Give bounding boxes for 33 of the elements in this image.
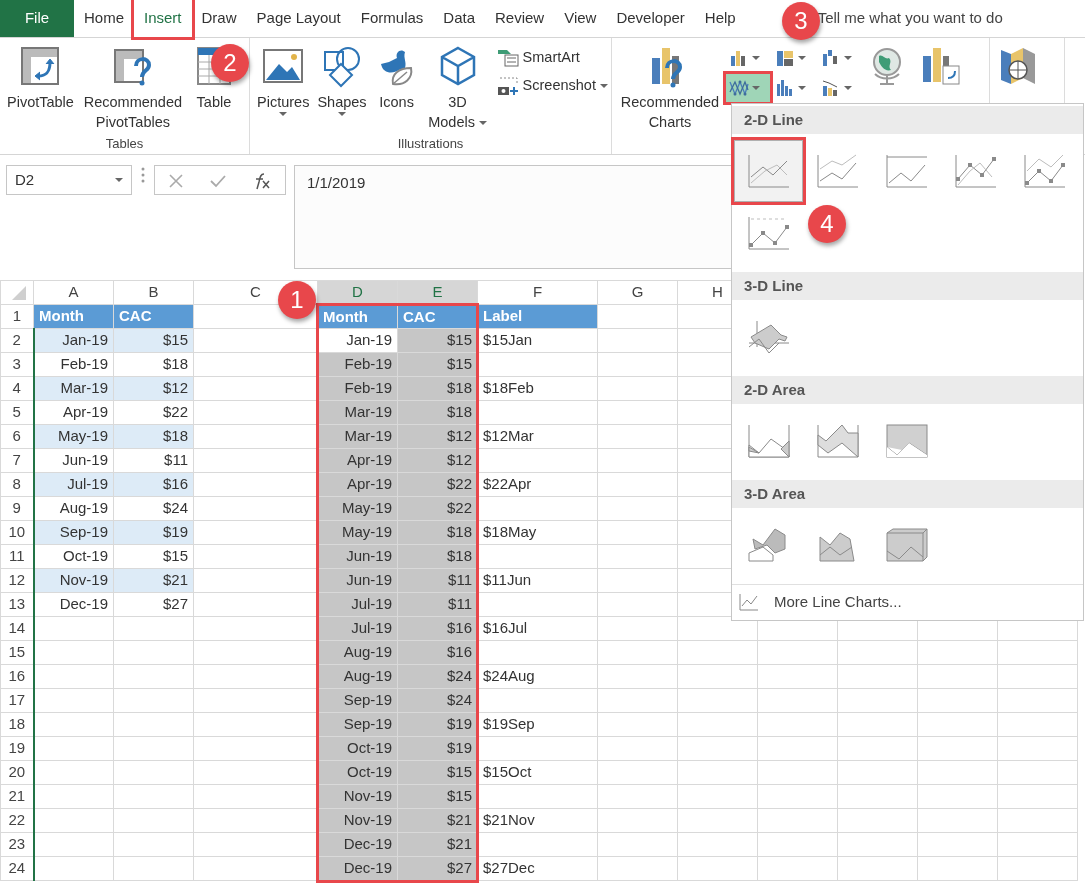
callout-badge: 1 [278, 281, 316, 319]
table-cell: $16Jul [477, 616, 598, 641]
table-cell: Oct-19 [33, 544, 114, 569]
table-cell: $15Jan [477, 328, 598, 353]
table-cell: Aug-19 [33, 496, 114, 521]
section-heading: 3-D Line [732, 272, 1083, 300]
group-label: Illustrations [396, 135, 465, 153]
table-cell: $15 [113, 544, 194, 569]
table-cell: $22 [113, 400, 194, 425]
section-heading: 3-D Area [732, 480, 1083, 508]
group-label: Tables [104, 135, 145, 153]
callout-badge: 3 [782, 2, 820, 40]
table-cell: Dec-19 [33, 592, 114, 617]
table-cell: $15Oct [477, 760, 598, 785]
table-cell: Feb-19 [33, 352, 114, 377]
table-cell: $21Nov [477, 808, 598, 833]
table-cell: $19Sep [477, 712, 598, 737]
table-cell: $24Aug [477, 664, 598, 689]
table-cell: $18 [113, 352, 194, 377]
section-heading: 2-D Area [732, 376, 1083, 404]
table-cell: $27Dec [477, 856, 598, 881]
table-cell: $12Mar [477, 424, 598, 449]
table-cell: $18May [477, 520, 598, 545]
table-cell: $11Jun [477, 568, 598, 593]
section-heading: 2-D Line [732, 106, 1083, 134]
table-cell: Jun-19 [33, 448, 114, 473]
table-cell: $11 [113, 448, 194, 473]
table-cell: $22Apr [477, 472, 598, 497]
table-cell: $27 [113, 592, 194, 617]
table-cell: $18Feb [477, 376, 598, 401]
table-cell: Apr-19 [33, 400, 114, 425]
table-cell: $24 [113, 496, 194, 521]
column-heading-cell: Label [477, 304, 598, 329]
